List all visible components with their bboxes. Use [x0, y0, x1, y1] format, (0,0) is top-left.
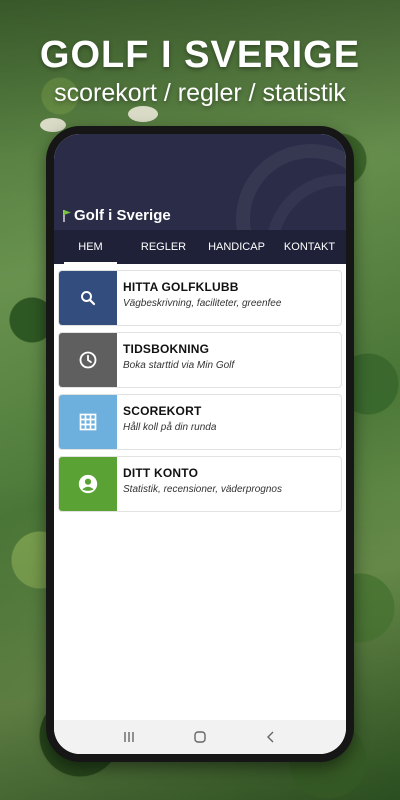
- search-icon: [81, 291, 96, 306]
- back-icon: [266, 731, 274, 743]
- tab-kontakt[interactable]: KONTAKT: [273, 230, 346, 264]
- grid-icon: [79, 413, 97, 431]
- background-bunker: [128, 106, 158, 122]
- card-icon-tile: [59, 457, 117, 511]
- card-icon-tile: [59, 271, 117, 325]
- clock-icon: [79, 351, 97, 369]
- system-navigation-bar: [54, 720, 346, 754]
- account-icon: [78, 474, 98, 494]
- app-logo: Golf i Sverige: [62, 207, 171, 224]
- app-logo-text: Golf i Sverige: [74, 207, 171, 224]
- promo-subtitle: scorekort / regler / statistik: [54, 79, 346, 107]
- menu-card-ditt-konto[interactable]: DITT KONTO Statistik, recensioner, väder…: [58, 456, 342, 512]
- app-header: Golf i Sverige: [54, 134, 346, 230]
- recents-button[interactable]: [117, 725, 141, 749]
- tab-hem[interactable]: HEM: [54, 230, 127, 264]
- flag-logo-icon: [63, 209, 71, 222]
- home-icon: [194, 731, 206, 743]
- recents-icon: [124, 732, 135, 742]
- card-subtitle: Statistik, recensioner, väderprognos: [123, 484, 282, 495]
- menu-list: HITTA GOLFKLUBB Vägbeskrivning, facilite…: [54, 264, 346, 512]
- promo-title: GOLF I SVERIGE: [39, 34, 361, 76]
- card-subtitle: Boka starttid via Min Golf: [123, 360, 235, 371]
- card-icon-tile: [59, 395, 117, 449]
- promo-header: GOLF I SVERIGE scorekort / regler / stat…: [0, 34, 400, 108]
- card-subtitle: Vägbeskrivning, faciliteter, greenfee: [123, 298, 282, 309]
- menu-card-scorekort[interactable]: SCOREKORT Håll koll på din runda: [58, 394, 342, 450]
- phone-screen: Golf i Sverige HEM REGLER HANDICAP KONTA…: [54, 134, 346, 754]
- card-title: TIDSBOKNING: [123, 342, 210, 356]
- card-subtitle: Håll koll på din runda: [123, 422, 217, 433]
- card-icon-tile: [59, 333, 117, 387]
- phone-frame: Golf i Sverige HEM REGLER HANDICAP KONTA…: [46, 126, 354, 762]
- back-button[interactable]: [259, 725, 283, 749]
- card-title: SCOREKORT: [123, 404, 202, 418]
- tab-regler[interactable]: REGLER: [127, 230, 200, 264]
- card-title: HITTA GOLFKLUBB: [123, 280, 239, 294]
- home-button[interactable]: [188, 725, 212, 749]
- tab-bar: HEM REGLER HANDICAP KONTAKT: [54, 230, 346, 264]
- card-title: DITT KONTO: [123, 466, 199, 480]
- menu-card-hitta-golfklubb[interactable]: HITTA GOLFKLUBB Vägbeskrivning, facilite…: [58, 270, 342, 326]
- menu-card-tidsbokning[interactable]: TIDSBOKNING Boka starttid via Min Golf: [58, 332, 342, 388]
- tab-handicap[interactable]: HANDICAP: [200, 230, 273, 264]
